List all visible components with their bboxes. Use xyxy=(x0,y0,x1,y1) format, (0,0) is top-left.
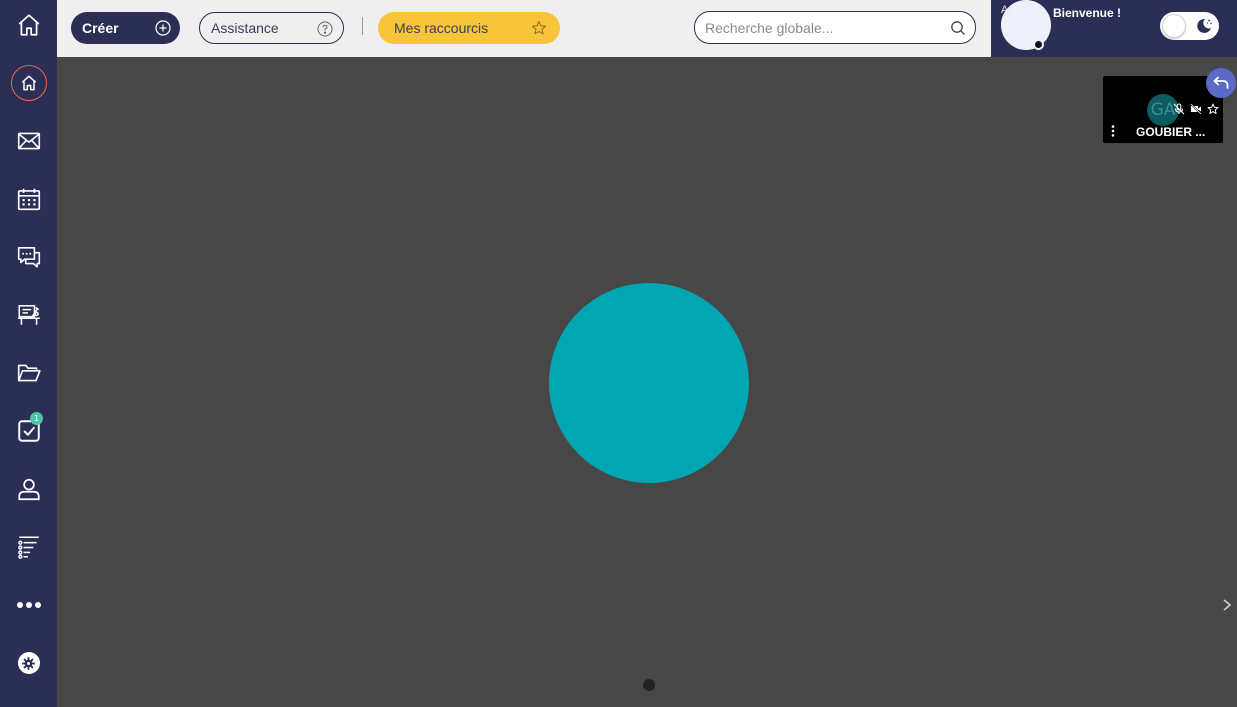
folder-icon xyxy=(17,364,41,382)
classroom-icon xyxy=(17,305,40,325)
sidebar-item-settings[interactable] xyxy=(0,641,57,685)
user-panel: Ar Bienvenue ! xyxy=(991,0,1237,57)
participant-tile[interactable]: GA GOUBIER ... xyxy=(1103,76,1223,143)
sidebar-item-tasks[interactable]: 1 xyxy=(0,409,57,453)
sidebar-item-more[interactable] xyxy=(0,583,57,627)
video-stage xyxy=(57,57,1237,707)
create-button-label: Créer xyxy=(82,20,119,36)
moon-icon xyxy=(1197,18,1212,33)
sidebar-item-chat[interactable] xyxy=(0,235,57,279)
toolbar-divider xyxy=(362,17,363,35)
list-icon xyxy=(17,536,39,559)
sidebar-item-user[interactable] xyxy=(0,467,57,511)
sidebar-item-home[interactable] xyxy=(0,3,57,47)
more-icon xyxy=(16,602,41,608)
assistance-button[interactable]: Assistance xyxy=(199,12,344,44)
global-search[interactable] xyxy=(694,11,976,44)
back-button[interactable] xyxy=(1206,68,1236,98)
shortcuts-button-label: Mes raccourcis xyxy=(394,20,489,36)
dark-mode-toggle[interactable] xyxy=(1160,12,1219,40)
sidebar: 1 xyxy=(0,0,57,707)
user-icon xyxy=(17,478,40,501)
pagination-dot[interactable] xyxy=(643,679,655,691)
sidebar-item-calendar[interactable] xyxy=(0,177,57,221)
search-input[interactable] xyxy=(705,18,940,38)
recent-icon xyxy=(10,65,47,101)
help-icon xyxy=(317,21,333,37)
participant-status-icons xyxy=(1173,103,1219,115)
toggle-knob xyxy=(1162,14,1186,38)
top-bar: Créer Assistance Mes raccourcis xyxy=(57,0,991,57)
camera-off-icon xyxy=(1190,103,1202,115)
shortcuts-button[interactable]: Mes raccourcis xyxy=(378,12,560,44)
tasks-count-badge: 1 xyxy=(30,412,43,425)
plus-circle-icon xyxy=(155,20,171,36)
active-speaker-avatar xyxy=(549,283,749,483)
sidebar-item-list[interactable] xyxy=(0,525,57,569)
kebab-menu-icon[interactable] xyxy=(1110,125,1116,137)
avatar-text: Ar xyxy=(1001,4,1012,16)
undo-arrow-icon xyxy=(1213,76,1229,89)
star-icon xyxy=(532,21,546,35)
search-icon[interactable] xyxy=(950,20,966,36)
settings-icon xyxy=(17,652,40,674)
create-button[interactable]: Créer xyxy=(71,12,180,44)
home-icon xyxy=(18,14,39,36)
calendar-icon xyxy=(17,188,40,211)
participant-name: GOUBIER ... xyxy=(1136,125,1206,139)
welcome-text: Bienvenue ! xyxy=(1053,6,1122,20)
sidebar-item-classroom[interactable] xyxy=(0,293,57,337)
chevron-right-icon[interactable] xyxy=(1220,597,1234,613)
mic-off-icon xyxy=(1173,103,1185,115)
sidebar-item-mail[interactable] xyxy=(0,119,57,163)
chat-icon xyxy=(17,246,40,268)
sidebar-item-folder[interactable] xyxy=(0,351,57,395)
assistance-button-label: Assistance xyxy=(211,20,279,36)
star-icon[interactable] xyxy=(1207,103,1219,115)
mail-icon xyxy=(17,132,40,150)
sidebar-item-recent[interactable] xyxy=(0,61,57,105)
presence-status-dot xyxy=(1033,39,1044,50)
